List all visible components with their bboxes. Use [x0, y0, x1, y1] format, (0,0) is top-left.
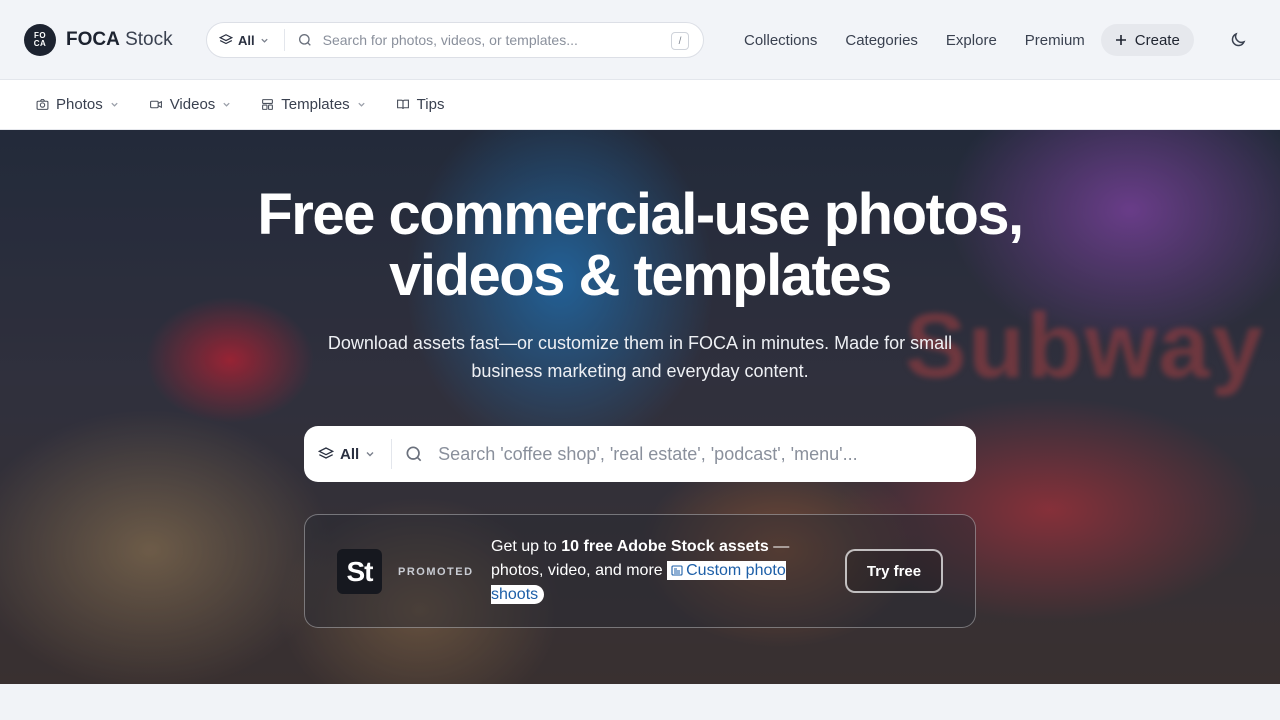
header-search-input[interactable] — [322, 32, 663, 48]
image-icon — [671, 565, 683, 576]
logo-mark: FO CA — [24, 24, 56, 56]
subnav-videos[interactable]: Videos — [149, 96, 232, 113]
book-icon — [396, 99, 409, 109]
template-icon — [262, 99, 274, 110]
hero-search-input[interactable] — [438, 443, 959, 465]
search-icon — [297, 32, 313, 48]
subnav-photos[interactable]: Photos — [36, 96, 119, 113]
create-button[interactable]: Create — [1100, 24, 1194, 56]
subnav-videos-label: Videos — [169, 96, 216, 113]
layers-icon — [318, 447, 334, 459]
create-button-label: Create — [1134, 31, 1180, 49]
header-search-scope[interactable]: All — [207, 29, 285, 51]
theme-toggle[interactable] — [1226, 28, 1250, 52]
moon-icon — [1231, 32, 1246, 47]
hero-search-scope[interactable]: All — [304, 439, 393, 469]
layers-icon — [219, 34, 233, 45]
promo-banner: St PROMOTED Get up to 10 free Adobe Stoc… — [304, 514, 976, 628]
brand-name: FOCA Stock — [66, 29, 173, 51]
hero-search-bar: All — [304, 426, 976, 482]
brand-bold: FOCA — [66, 29, 120, 50]
sub-nav: Photos Videos Templates Tips — [0, 80, 1280, 130]
hero-title: Free commercial-use photos, videos & tem… — [0, 184, 1280, 306]
promo-text-prefix: Get up to — [491, 538, 562, 555]
promo-text-bold: 10 free Adobe Stock assets — [561, 538, 769, 555]
hero-subtitle: Download assets fast—or customize them i… — [327, 333, 953, 381]
main-nav: Collections Categories Explore Premium C… — [730, 24, 1194, 56]
video-icon — [149, 100, 162, 109]
nav-collections[interactable]: Collections — [730, 24, 831, 56]
chevron-down-icon — [260, 38, 268, 43]
try-free-button[interactable]: Try free — [845, 549, 943, 593]
plus-icon — [1115, 35, 1126, 45]
chevron-down-icon — [223, 102, 230, 107]
search-icon — [404, 444, 424, 464]
hero-title-line2: videos & templates — [389, 243, 892, 308]
promo-tag: PROMOTED — [398, 566, 474, 578]
hero-title-line1: Free commercial-use photos, — [257, 182, 1024, 247]
hero: Subway Free commercial-use photos, video… — [0, 130, 1280, 684]
promo-text: Get up to 10 free Adobe Stock assets — p… — [491, 535, 821, 607]
subnav-templates[interactable]: Templates — [261, 96, 365, 113]
nav-categories[interactable]: Categories — [831, 24, 932, 56]
subnav-templates-label: Templates — [281, 96, 350, 113]
brand-light: Stock — [125, 29, 173, 50]
promo-logo: St — [337, 549, 382, 594]
header-search-bar: All / — [206, 22, 704, 58]
nav-premium[interactable]: Premium — [1011, 24, 1099, 56]
hero-search-scope-label: All — [340, 445, 360, 463]
subnav-tips[interactable]: Tips — [396, 96, 445, 113]
logo-mark-bottom: CA — [33, 39, 47, 48]
chevron-down-icon — [111, 102, 118, 107]
chevron-down-icon — [366, 452, 374, 457]
camera-icon — [36, 99, 49, 110]
nav-explore[interactable]: Explore — [932, 24, 1011, 56]
subnav-tips-label: Tips — [416, 96, 445, 113]
subnav-photos-label: Photos — [56, 96, 103, 113]
header-search-scope-label: All — [238, 32, 255, 48]
logo[interactable]: FO CA FOCA Stock — [24, 24, 173, 56]
search-shortcut-key: / — [671, 32, 689, 50]
chevron-down-icon — [358, 102, 365, 107]
header: FO CA FOCA Stock All / Collections Categ… — [0, 0, 1280, 80]
